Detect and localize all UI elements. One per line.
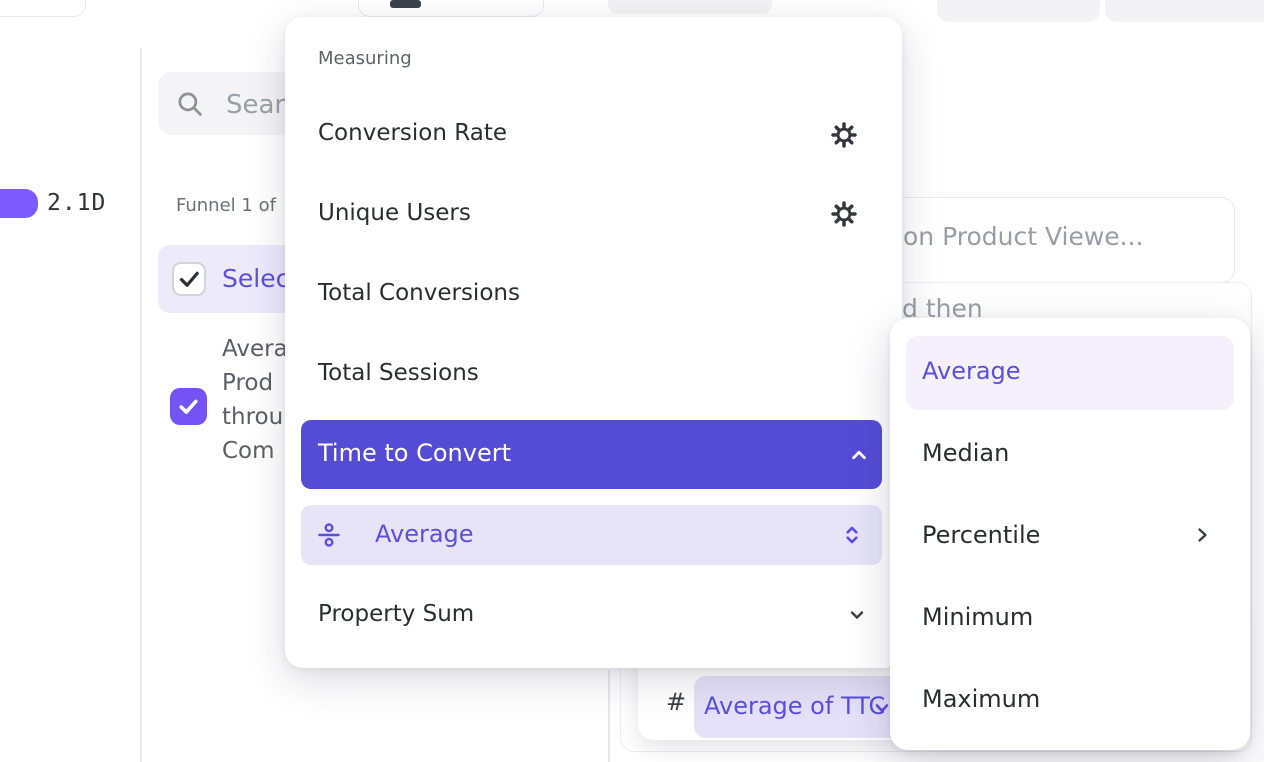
menu-item-total-conversions[interactable]: Total Conversions xyxy=(318,280,520,306)
chevron-right-icon xyxy=(1190,523,1214,547)
gear-icon[interactable] xyxy=(830,200,858,228)
menu-item-total-sessions[interactable]: Total Sessions xyxy=(318,360,479,386)
chevron-down-icon xyxy=(845,603,869,627)
menu-item-property-sum[interactable]: Property Sum xyxy=(318,601,474,627)
funnel-counter-label: Funnel 1 of xyxy=(176,195,276,216)
event-selector-text: on Product Viewe... xyxy=(903,222,1144,251)
chevron-up-icon xyxy=(846,442,872,468)
submenu-item-maximum[interactable]: Maximum xyxy=(922,685,1040,713)
submenu-item-percentile[interactable]: Percentile xyxy=(922,521,1040,549)
menu-item-conversion-rate[interactable]: Conversion Rate xyxy=(318,120,507,146)
checkmark-icon xyxy=(175,393,202,420)
top-toolbar-button[interactable] xyxy=(358,0,544,17)
search-icon xyxy=(175,89,205,119)
top-tab-fragment-1[interactable] xyxy=(608,0,772,14)
step-checkbox-checked[interactable] xyxy=(170,388,207,425)
left-divider xyxy=(140,48,142,762)
submenu-item-median[interactable]: Median xyxy=(922,439,1009,467)
chart-glyph-icon xyxy=(390,0,421,8)
metric-dropdown-label: Average of TTC xyxy=(704,692,885,720)
top-tab-fragment-3[interactable] xyxy=(1105,0,1264,22)
checkmark-icon xyxy=(174,264,204,294)
app-screenshot: 2.1D Funnel 1 of Select Avera Prod throu… xyxy=(0,0,1264,762)
average-icon xyxy=(316,522,342,548)
menu-item-unique-users[interactable]: Unique Users xyxy=(318,200,471,226)
menu-item-time-to-convert-selected[interactable]: Time to Convert xyxy=(301,420,882,489)
submenu-item-average-selected[interactable]: Average xyxy=(906,336,1234,410)
top-tab-fragment-2[interactable] xyxy=(937,0,1100,22)
time-to-convert-average-option[interactable]: Average xyxy=(301,505,882,565)
top-left-card-fragment xyxy=(0,0,86,17)
measuring-menu-title: Measuring xyxy=(318,48,412,69)
right-divider xyxy=(608,670,610,762)
event-checkbox-checked[interactable] xyxy=(172,262,206,296)
time-to-convert-label: Time to Convert xyxy=(318,439,511,467)
measuring-menu-panel xyxy=(285,17,902,668)
gear-icon[interactable] xyxy=(830,121,858,149)
step-color-pill[interactable] xyxy=(0,189,38,218)
average-option-label: Average xyxy=(375,520,474,548)
chevron-up-down-icon xyxy=(839,522,865,548)
metric-prefix: # xyxy=(666,688,686,716)
submenu-item-minimum[interactable]: Minimum xyxy=(922,603,1033,631)
submenu-average-label: Average xyxy=(922,357,1021,385)
step-label: 2.1D xyxy=(47,190,106,216)
